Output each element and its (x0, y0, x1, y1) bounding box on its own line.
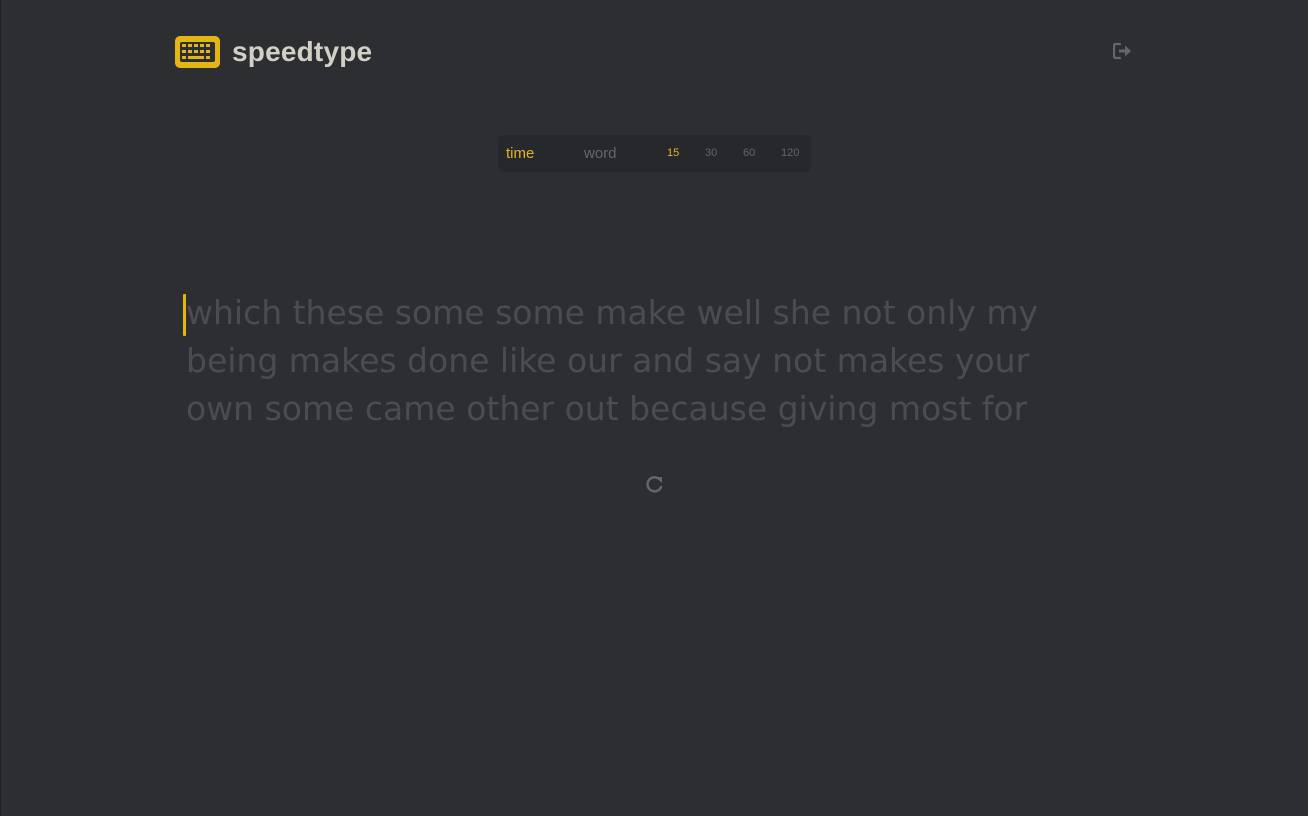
mode-word-option[interactable]: word (584, 135, 617, 172)
typing-caret (183, 294, 186, 336)
keyboard-icon (175, 36, 220, 68)
word-line: which these some some make well she not … (186, 293, 1039, 332)
duration-30-option[interactable]: 30 (705, 135, 717, 172)
duration-15-option[interactable]: 15 (667, 135, 679, 172)
header: speedtype (175, 36, 372, 68)
duration-60-option[interactable]: 60 (743, 135, 755, 172)
sign-out-icon[interactable] (1113, 42, 1133, 60)
window-edge (0, 0, 1, 816)
app-title: speedtype (232, 36, 373, 67)
redo-icon[interactable] (643, 474, 665, 496)
word-line: being makes done like our and say not ma… (186, 341, 1030, 380)
test-mode-bar: time word 15 30 60 120 (498, 135, 811, 172)
typing-area[interactable]: which these some some make well she not … (183, 289, 1146, 433)
word-line: own some came other out because giving m… (186, 389, 1028, 428)
mode-time-option[interactable]: time (506, 135, 534, 172)
duration-120-option[interactable]: 120 (781, 135, 799, 172)
